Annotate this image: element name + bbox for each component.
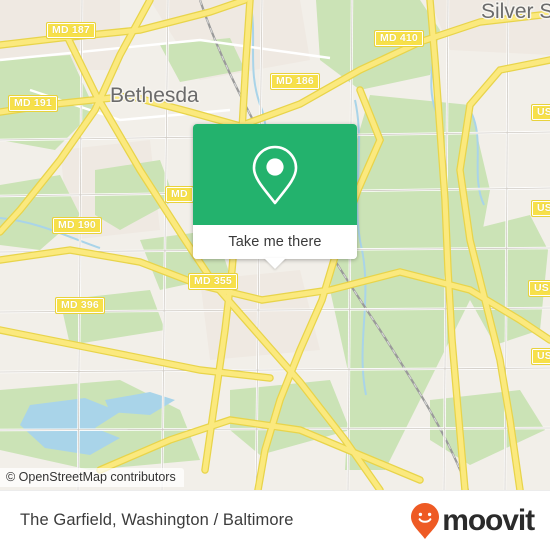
road-shield-md-355[interactable]: MD 355 <box>188 273 238 290</box>
road-shield-us-2[interactable]: US <box>531 200 550 217</box>
moovit-map-screen: Bethesda Silver S MD 187 MD 191 MD 186 M… <box>0 0 550 550</box>
footer-bar: The Garfield, Washington / Baltimore moo… <box>0 490 550 550</box>
road-shield-md-396[interactable]: MD 396 <box>55 297 105 314</box>
popup-pointer-tail <box>264 258 286 269</box>
moovit-smiley-pin-icon <box>411 502 440 539</box>
take-me-there-label: Take me there <box>228 234 322 250</box>
road-shield-us-1[interactable]: US <box>531 104 550 121</box>
map-canvas[interactable]: Bethesda Silver S MD 187 MD 191 MD 186 M… <box>0 0 550 490</box>
road-shield-md-410[interactable]: MD 410 <box>374 30 424 47</box>
place-label-silver-spring: Silver S <box>481 0 550 23</box>
place-title: The Garfield, Washington / Baltimore <box>20 511 294 529</box>
location-popup[interactable]: Take me there <box>193 124 357 269</box>
popup-icon-panel <box>193 124 357 225</box>
road-shield-md-186[interactable]: MD 186 <box>270 73 320 90</box>
road-shield-md-187[interactable]: MD 187 <box>46 22 96 39</box>
osm-attribution[interactable]: © OpenStreetMap contributors <box>0 468 184 487</box>
moovit-brand[interactable]: moovit <box>410 502 535 540</box>
moovit-wordmark: moovit <box>442 503 535 537</box>
place-label-bethesda: Bethesda <box>110 84 199 107</box>
road-shield-md-191[interactable]: MD 191 <box>8 95 58 112</box>
popup-action-panel[interactable]: Take me there <box>193 225 357 269</box>
road-shield-us-3[interactable]: US <box>528 280 550 297</box>
road-shield-us-4[interactable]: US <box>531 348 550 365</box>
map-pin-icon <box>252 145 298 204</box>
road-shield-md-partial[interactable]: MD <box>165 186 194 203</box>
road-shield-md-190[interactable]: MD 190 <box>52 217 102 234</box>
